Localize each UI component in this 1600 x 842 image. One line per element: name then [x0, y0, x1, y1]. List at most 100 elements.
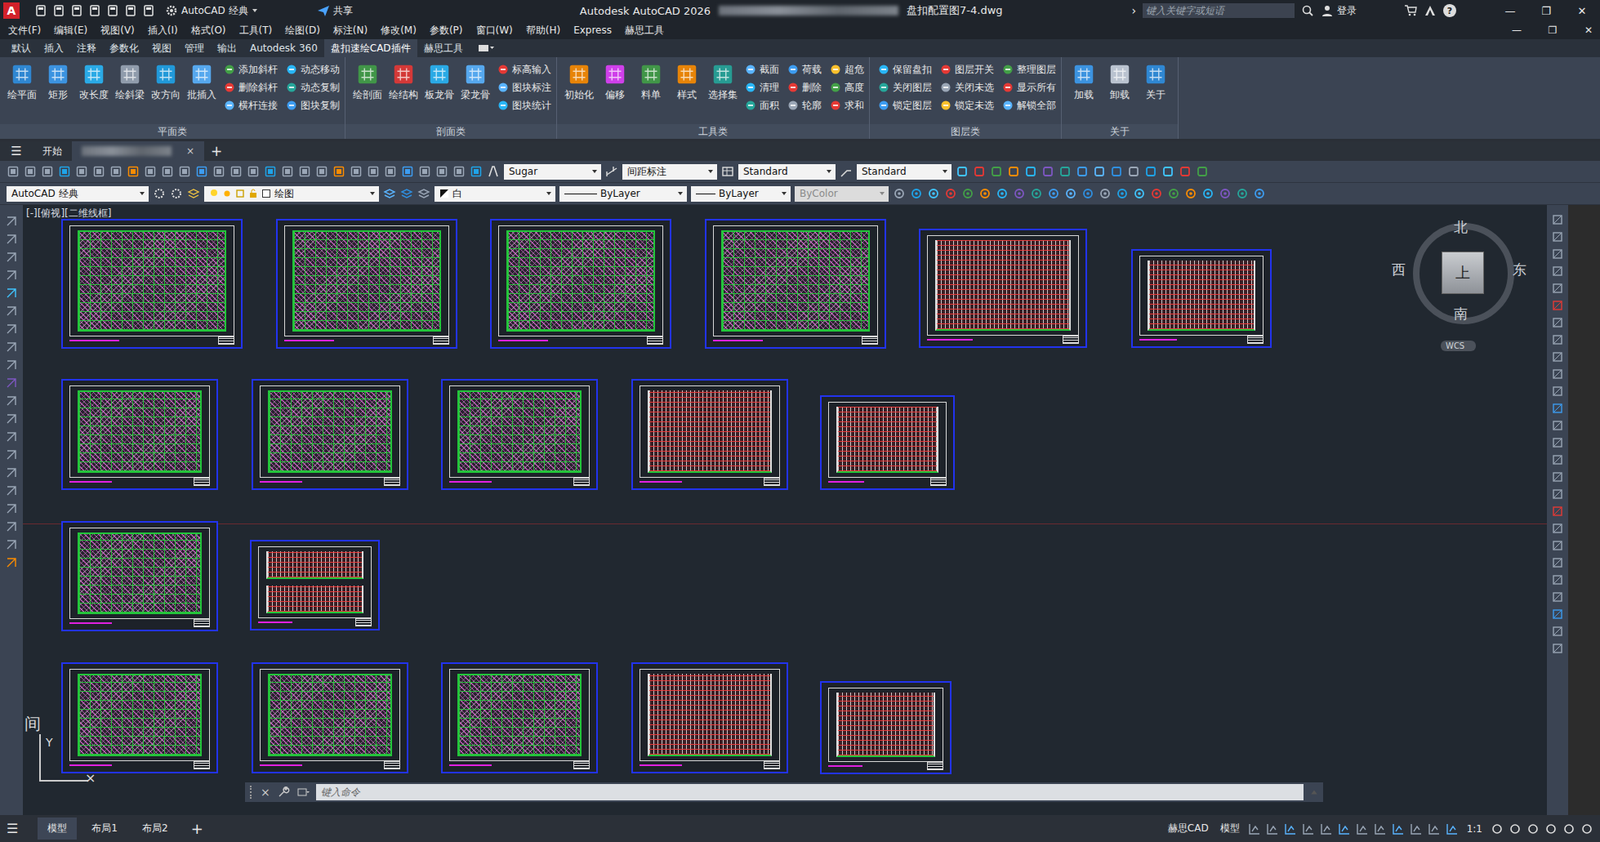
- layer-dropdown[interactable]: 绘图: [204, 186, 379, 202]
- ribbon-small-button[interactable]: 面积: [744, 96, 780, 115]
- layer-tool-icon[interactable]: [417, 187, 431, 201]
- modify-tool-icon[interactable]: [1550, 539, 1565, 553]
- layout-menu-button[interactable]: ☰: [6, 820, 18, 837]
- drawing-sheet[interactable]: [631, 662, 789, 774]
- menu-item[interactable]: 工具(T): [239, 23, 273, 38]
- compass-west[interactable]: 西: [1391, 260, 1406, 280]
- ribbon-small-button[interactable]: 图块标注: [497, 78, 552, 97]
- plugin-toolbar-icon[interactable]: [1081, 187, 1095, 201]
- table-style-dropdown[interactable]: Standard: [738, 164, 836, 180]
- toolbar-icon[interactable]: [195, 164, 209, 179]
- toolbar-icon[interactable]: [246, 164, 260, 179]
- plugin-toolbar-icon[interactable]: [1218, 187, 1232, 201]
- menu-item[interactable]: 文件(F): [8, 23, 41, 38]
- menu-item[interactable]: 标注(N): [333, 23, 368, 38]
- status-toggle-icon[interactable]: [1283, 822, 1297, 836]
- draw-tool-icon[interactable]: [4, 520, 18, 534]
- draw-tool-icon[interactable]: [4, 412, 18, 426]
- toolbar-icon[interactable]: [75, 164, 89, 179]
- toolbar-icon[interactable]: [6, 164, 20, 179]
- drawing-sheet[interactable]: [61, 218, 243, 349]
- draw-tool-icon[interactable]: [4, 376, 18, 390]
- drawing-sheet[interactable]: [918, 228, 1088, 348]
- status-tool-icon[interactable]: [1508, 822, 1522, 836]
- modify-tool-icon[interactable]: [1550, 573, 1565, 587]
- draw-tool-icon[interactable]: [4, 286, 18, 300]
- menu-item[interactable]: 绘图(D): [285, 23, 321, 38]
- ribbon-small-button[interactable]: 清理: [744, 78, 780, 97]
- new-tab-button[interactable]: +: [204, 141, 229, 161]
- toolbar-icon[interactable]: [401, 164, 415, 179]
- plugin-toolbar-icon[interactable]: [1058, 164, 1072, 179]
- draw-tool-icon[interactable]: [4, 466, 18, 480]
- toolbar-icon[interactable]: [57, 164, 72, 179]
- ribbon-small-button[interactable]: 截面: [744, 60, 780, 79]
- plugin-toolbar-icon[interactable]: [989, 164, 1003, 179]
- modify-tool-icon[interactable]: [1550, 401, 1565, 415]
- ribbon-large-button[interactable]: 矩形: [40, 60, 76, 104]
- drawing-sheet[interactable]: [251, 378, 409, 491]
- status-tool-icon[interactable]: [1580, 822, 1594, 836]
- modify-tool-icon[interactable]: [1550, 624, 1565, 638]
- plugin-toolbar-icon[interactable]: [955, 164, 969, 179]
- toolbar-icon[interactable]: [126, 164, 140, 179]
- status-toggle-icon[interactable]: [1265, 822, 1280, 836]
- status-tool-icon[interactable]: [1544, 822, 1558, 836]
- modify-tool-icon[interactable]: [1550, 247, 1565, 261]
- draw-tool-icon[interactable]: [4, 340, 18, 354]
- ribbon-large-button[interactable]: 改方向: [148, 60, 183, 104]
- status-toggle-icon[interactable]: [1409, 822, 1423, 836]
- layer-tool-icon[interactable]: [383, 187, 397, 201]
- modify-tool-icon[interactable]: [1550, 350, 1565, 364]
- command-input[interactable]: 键入命令: [316, 784, 1304, 801]
- toolbar-icon[interactable]: [418, 164, 432, 179]
- layout-tab[interactable]: 模型: [37, 817, 77, 840]
- status-toggle-icon[interactable]: [1319, 822, 1333, 836]
- toolbar-icon[interactable]: [212, 164, 226, 179]
- quick-access-icon[interactable]: [142, 4, 156, 18]
- quick-access-icon[interactable]: [88, 4, 102, 18]
- modify-tool-icon[interactable]: [1550, 264, 1565, 278]
- menu-item[interactable]: Express: [573, 24, 612, 36]
- workspace-dropdown[interactable]: AutoCAD 经典: [6, 186, 149, 202]
- menu-item[interactable]: 视图(V): [100, 23, 135, 38]
- compass-north[interactable]: 北: [1453, 218, 1468, 237]
- draw-tool-icon[interactable]: [4, 556, 18, 570]
- drawing-sheet[interactable]: [631, 378, 789, 491]
- ribbon-tab[interactable]: 管理: [178, 39, 211, 58]
- toolbar-icon[interactable]: [383, 164, 397, 179]
- plugin-toolbar-icon[interactable]: [1127, 164, 1141, 179]
- ribbon-tab[interactable]: 赫思工具: [417, 39, 470, 58]
- ribbon-small-button[interactable]: 解锁全部: [1002, 96, 1057, 115]
- ribbon-tab[interactable]: 输出: [210, 39, 244, 58]
- modify-tool-icon[interactable]: [1550, 298, 1565, 312]
- plugin-toolbar-icon[interactable]: [1252, 187, 1266, 201]
- ribbon-small-button[interactable]: 锁定未选: [940, 96, 994, 115]
- ribbon-tab[interactable]: 参数化: [102, 39, 146, 58]
- help-button[interactable]: ?: [1443, 4, 1457, 18]
- ribbon-small-button[interactable]: 删除斜杆: [223, 78, 278, 97]
- plugin-toolbar-icon[interactable]: [1132, 187, 1146, 201]
- plugin-toolbar-icon[interactable]: [1029, 187, 1043, 201]
- space-toggle[interactable]: 模型: [1216, 821, 1244, 836]
- draw-tool-icon[interactable]: [4, 538, 18, 552]
- autodesk-icon[interactable]: [1423, 4, 1437, 18]
- plugin-toolbar-icon[interactable]: [1064, 187, 1078, 201]
- plugin-toolbar-icon[interactable]: [1201, 187, 1215, 201]
- ribbon-small-button[interactable]: 关闭图层: [877, 78, 932, 97]
- draw-tool-icon[interactable]: [4, 214, 18, 228]
- ribbon-large-button[interactable]: 偏移: [597, 60, 633, 104]
- ribbon-small-button[interactable]: 整理图层: [1002, 60, 1057, 79]
- drawing-sheet[interactable]: [490, 218, 672, 349]
- menu-item[interactable]: 帮助(H): [525, 23, 561, 38]
- status-toggle-icon[interactable]: [1247, 822, 1262, 836]
- ribbon-options-icon[interactable]: [477, 43, 495, 54]
- toolbar-icon[interactable]: [178, 164, 192, 179]
- ribbon-small-button[interactable]: 高度: [829, 78, 865, 97]
- document-tab[interactable]: ×: [71, 141, 205, 161]
- text-style-dropdown[interactable]: Sugar: [503, 164, 602, 180]
- ribbon-large-button[interactable]: 批插入: [184, 60, 219, 104]
- status-tool-icon[interactable]: [1526, 822, 1540, 836]
- cart-icon[interactable]: [1403, 4, 1418, 18]
- draw-tool-icon[interactable]: [4, 448, 18, 462]
